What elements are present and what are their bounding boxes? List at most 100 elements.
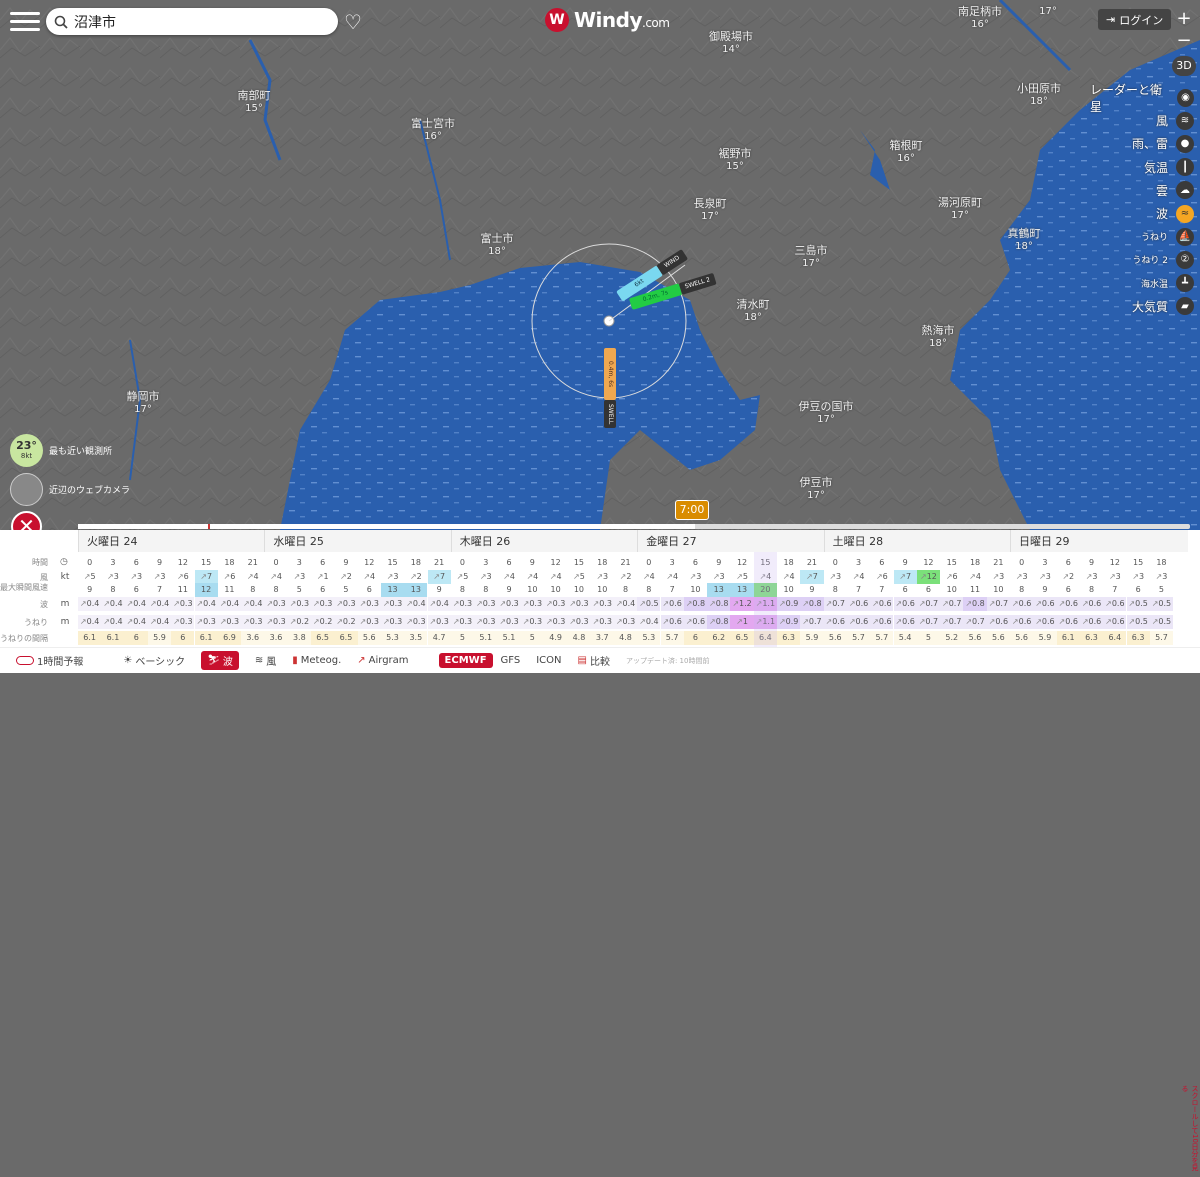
forecast-cell: 6: [683, 631, 708, 645]
layer-temperature[interactable]: 気温 ┃: [1090, 156, 1198, 179]
forecast-cell: ↗4: [544, 570, 567, 584]
cell-value: 13: [713, 585, 724, 594]
cell-value: 3.5: [409, 633, 423, 642]
cell-value: 7: [206, 572, 213, 581]
forecast-cell: ↗0.6: [893, 615, 917, 629]
heart-icon[interactable]: ♡: [344, 10, 362, 34]
cell-value: 6: [925, 585, 931, 594]
direction-arrow-icon: ↗: [336, 599, 343, 608]
cell-value: 0.3: [459, 617, 473, 626]
cell-value: 3.8: [292, 633, 306, 642]
cell-value: 0.3: [296, 599, 310, 608]
windy-logo[interactable]: W Windy.com: [545, 8, 670, 32]
model-ecmwf[interactable]: ECMWF: [438, 653, 493, 668]
cell-value: 11: [224, 585, 235, 594]
cell-value: 15: [1133, 558, 1144, 567]
timeline-slider[interactable]: [78, 524, 1190, 529]
tab-meteogram[interactable]: ▮ Meteog.: [292, 655, 341, 666]
tab-airgram[interactable]: ↗ Airgram: [357, 655, 408, 666]
cell-value: 0.3: [459, 599, 473, 608]
forecast-cell: ↗0.4: [147, 615, 172, 629]
one-hour-toggle[interactable]: 1時間予報: [16, 653, 83, 668]
forecast-cell: ↗0.3: [264, 597, 288, 611]
cell-value: 4: [533, 572, 539, 581]
cell-value: 5: [1158, 585, 1164, 594]
time-bubble[interactable]: 7:00: [675, 500, 709, 520]
direction-arrow-icon: ↗: [79, 617, 87, 626]
cell-value: 0.3: [203, 617, 216, 626]
direction-arrow-icon: ↗: [1011, 599, 1019, 608]
cell-value: 3: [137, 572, 143, 581]
cell-value: 6.1: [1061, 633, 1075, 642]
direction-arrow-icon: ↗: [736, 572, 743, 581]
cell-value: 0: [459, 558, 465, 567]
meteogram-icon: ▮: [292, 655, 298, 666]
tab-basic[interactable]: ☀ ベーシック: [123, 653, 185, 668]
cell-value: 3: [1162, 572, 1168, 581]
cell-value: 4: [859, 572, 865, 581]
zoom-out-button[interactable]: −: [1174, 30, 1194, 51]
station-icon: 23° 8kt: [10, 434, 43, 467]
model-icon[interactable]: ICON: [536, 655, 561, 666]
layer-swell[interactable]: うねり ⛵: [1090, 225, 1198, 248]
layer-air-quality[interactable]: 大気質 ▰: [1090, 295, 1198, 318]
cell-value: 13: [736, 585, 748, 594]
search-input[interactable]: [74, 13, 324, 30]
layer-clouds[interactable]: 雲 ☁: [1090, 179, 1198, 202]
cell-value: 7: [812, 572, 818, 581]
cell-value: 8: [832, 585, 838, 594]
zoom-in-button[interactable]: +: [1174, 8, 1194, 29]
search-box[interactable]: [46, 8, 338, 35]
webcam-button[interactable]: 近辺のウェブカメラ: [10, 473, 130, 506]
cell-value: 6: [952, 572, 958, 581]
tab-waves[interactable]: ⛷ 波: [201, 651, 239, 670]
layer-radar[interactable]: レーダーと衛星 ◉: [1090, 83, 1198, 114]
forecast-cell: 5: [450, 631, 475, 645]
forecast-cell: 3: [288, 556, 311, 570]
forecast-cell: 7: [148, 583, 171, 597]
cell-value: 1: [323, 572, 329, 581]
model-gfs[interactable]: GFS: [501, 655, 521, 666]
forecast-cell: 6.2: [707, 631, 731, 645]
forecast-cell: ↗0.8: [707, 615, 731, 629]
layer-sea-temp[interactable]: 海水温 ┻: [1090, 272, 1198, 295]
forecast-cell: 10: [940, 583, 963, 597]
forecast-cell: ↗7: [800, 570, 824, 584]
login-button[interactable]: ⇥ ログイン: [1098, 9, 1172, 30]
cell-value: 0.4: [249, 599, 263, 608]
cell-value: 0.3: [599, 617, 612, 626]
layer-rain[interactable]: 雨、雷 ●: [1090, 132, 1198, 155]
forecast-cell: 0: [1010, 556, 1033, 570]
compare-button[interactable]: ▤ 比較: [578, 653, 610, 668]
forecast-cell: ↗4: [358, 570, 381, 584]
cell-value: 3: [1138, 572, 1145, 581]
webcam-icon: [10, 473, 43, 506]
forecast-cell: 10: [544, 583, 567, 597]
cell-value: 5.1: [479, 633, 493, 642]
layer-swell2[interactable]: うねり 2 ②: [1090, 248, 1198, 271]
layer-waves[interactable]: 波 ≈: [1090, 202, 1198, 225]
cell-value: 0.4: [203, 599, 216, 608]
cell-value: 5.6: [968, 633, 982, 642]
forecast-cell: ↗3: [1127, 570, 1150, 584]
cell-value: 8: [1088, 585, 1095, 594]
nearest-station-button[interactable]: 23° 8kt 最も近い観測所: [10, 434, 112, 467]
tab-wind[interactable]: ≋ 風: [255, 653, 276, 668]
3d-button[interactable]: 3D: [1172, 56, 1196, 76]
cell-value: 0.4: [412, 599, 426, 608]
menu-button[interactable]: [10, 9, 40, 33]
forecast-cell: ↗3: [381, 570, 404, 584]
direction-arrow-icon: ↗: [1105, 599, 1112, 608]
forecast-cell: 21: [241, 556, 264, 570]
scroll-hint[interactable]: スクロールして10日分を見る: [1181, 1085, 1200, 1177]
cell-value: 15: [201, 558, 212, 567]
forecast-cell: 6: [1057, 583, 1080, 597]
cell-value: 4.8: [619, 633, 632, 642]
forecast-cell: 5.6: [823, 631, 847, 645]
city-label: 小田原市 18°: [1017, 82, 1061, 107]
city-label: 富士市 18°: [480, 232, 514, 257]
map-canvas[interactable]: 南足柄市 16° 御殿場市 14° 南部町 15° 富士宮市 16° 小田原市 18° 裾…: [0, 0, 1200, 530]
forecast-cell: ↗0.4: [101, 615, 125, 629]
forecast-cell: ↗0.3: [357, 597, 381, 611]
forecast-cell: 3.7: [590, 631, 614, 645]
